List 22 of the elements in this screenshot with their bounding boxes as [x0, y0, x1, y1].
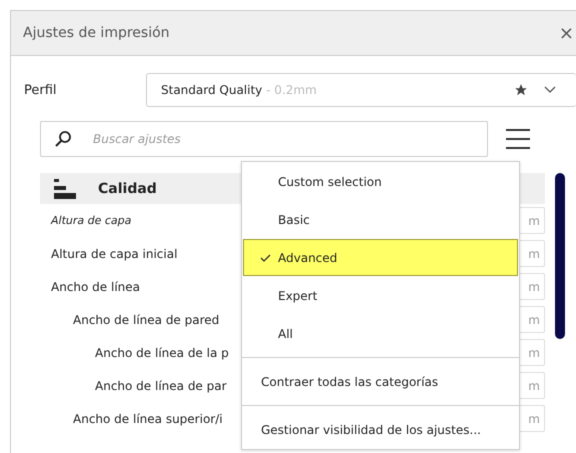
- setting-label: Altura de capa inicial: [50, 246, 178, 260]
- close-button[interactable]: ×: [558, 22, 574, 44]
- setting-label: Ancho de línea superior/i: [72, 412, 223, 426]
- search-field[interactable]: Buscar ajustes: [40, 121, 488, 157]
- profile-label: Perfil: [23, 82, 58, 98]
- check-icon: [260, 254, 271, 262]
- setting-label: Ancho de línea: [50, 280, 140, 294]
- setting-label: Altura de capa: [50, 214, 132, 227]
- category-label: Calidad: [98, 180, 157, 196]
- setting-label: Ancho de línea de par: [94, 378, 227, 392]
- star-icon: [514, 83, 528, 97]
- setting-label: Ancho de línea de pared: [72, 312, 220, 326]
- chevron-down-icon: [544, 86, 556, 94]
- scrollbar[interactable]: [555, 173, 565, 339]
- profile-dropdown[interactable]: Standard Quality - 0.2mm: [146, 73, 576, 107]
- window-title: Ajustes de impresión: [23, 25, 170, 41]
- setting-label: Ancho de línea de la p: [94, 346, 229, 360]
- quality-icon: [54, 178, 76, 198]
- search-icon: [54, 130, 72, 148]
- menu-item[interactable]: Custom selection: [243, 163, 518, 200]
- menu-icon[interactable]: [506, 129, 530, 149]
- menu-item[interactable]: Advanced: [243, 239, 518, 276]
